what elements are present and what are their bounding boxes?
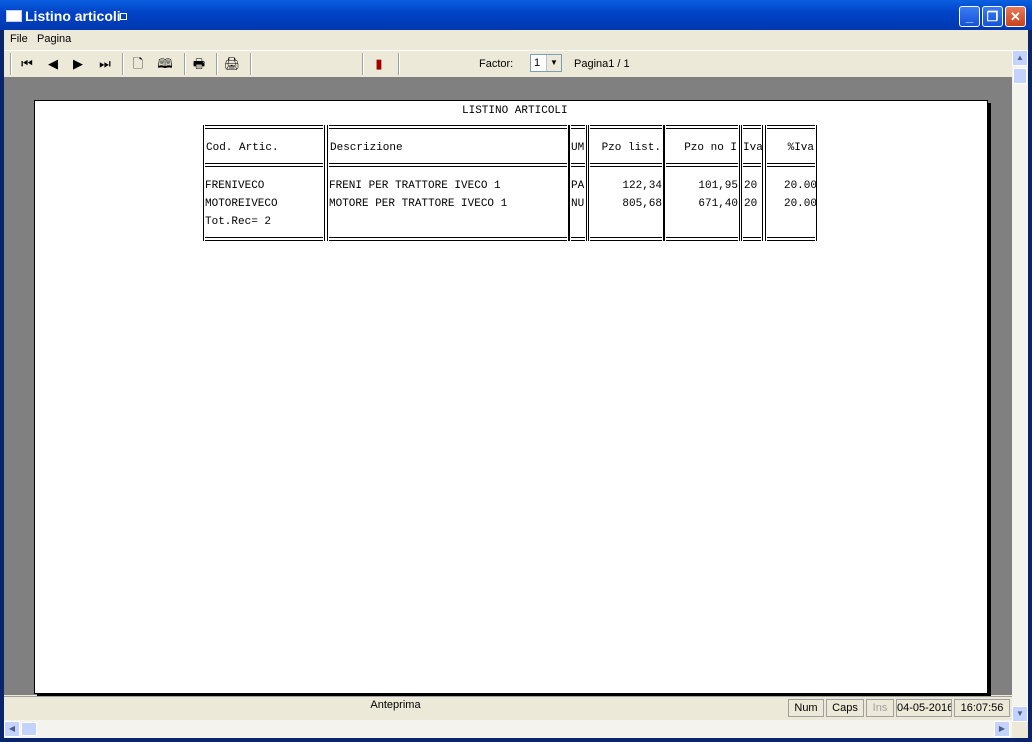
page-indicator: Pagina1 / 1 xyxy=(574,58,630,70)
two-pages-icon[interactable]: 🕮 xyxy=(156,55,174,73)
client-area: File Pagina ⏮ ◀ ▶ ⏭ 🗋 🕮 🖶 🖨 ▮ Factor: 1 … xyxy=(4,30,1028,738)
table-cell: NU xyxy=(571,198,585,210)
table-cell: FRENI PER TRATTORE IVECO 1 xyxy=(329,180,501,192)
toolbar-separator xyxy=(362,53,364,75)
print-icon[interactable]: 🖶 xyxy=(190,55,208,73)
export-icon[interactable]: 🖨 xyxy=(223,55,241,73)
status-num: Num xyxy=(788,699,824,717)
status-ins: Ins xyxy=(866,699,894,717)
toolbar-separator xyxy=(184,53,186,75)
scroll-thumb[interactable] xyxy=(1013,68,1027,84)
toolbar: ⏮ ◀ ▶ ⏭ 🗋 🕮 🖶 🖨 ▮ Factor: 1 ▼ Pagina1 / … xyxy=(4,50,1012,78)
window-title: Listino articoli xyxy=(25,8,121,24)
status-date: 04-05-2016 xyxy=(896,699,952,717)
menu-file[interactable]: File xyxy=(10,33,28,45)
table-cell: MOTORE PER TRATTORE IVECO 1 xyxy=(329,198,508,210)
vertical-scrollbar[interactable]: ▲ ▼ xyxy=(1012,50,1028,722)
total-records: Tot.Rec= 2 xyxy=(205,216,272,228)
chevron-down-icon[interactable]: ▼ xyxy=(546,55,561,71)
scroll-up-icon[interactable]: ▲ xyxy=(1012,50,1028,66)
column-header: Pzo list. xyxy=(601,142,661,154)
toolbar-separator xyxy=(250,53,252,75)
scroll-down-icon[interactable]: ▼ xyxy=(1012,706,1028,722)
next-page-icon[interactable]: ▶ xyxy=(69,55,87,73)
column-header: Iva xyxy=(743,142,763,154)
scroll-left-icon[interactable]: ◀ xyxy=(4,721,20,737)
status-time: 16:07:56 xyxy=(954,699,1010,717)
first-page-icon[interactable]: ⏮ xyxy=(18,55,36,73)
scroll-right-icon[interactable]: ▶ xyxy=(994,721,1010,737)
horizontal-scroll-thumb[interactable] xyxy=(21,722,37,736)
toolbar-grip xyxy=(10,53,12,75)
report-page: LISTINO ARTICOLI Cod. Artic. Descrizione… xyxy=(34,100,988,694)
table-cell: 122,34 xyxy=(622,180,662,192)
status-bar: Anteprima Num Caps Ins 04-05-2016 16:07:… xyxy=(4,696,1012,719)
status-text: Anteprima xyxy=(370,699,421,711)
factor-label: Factor: xyxy=(479,58,514,70)
table-cell: 20 xyxy=(744,180,758,192)
restore-button[interactable]: ❐ xyxy=(982,6,1003,27)
column-header: UM xyxy=(571,142,585,154)
title-bar[interactable]: Listino articoli _ ❐ ✕ xyxy=(0,0,1032,30)
column-header: %Iva xyxy=(787,142,814,154)
column-header: Descrizione xyxy=(330,142,403,154)
toolbar-separator xyxy=(398,53,400,75)
report-title: LISTINO ARTICOLI xyxy=(462,105,568,117)
table-cell: 671,40 xyxy=(698,198,738,210)
table-cell: 20.00 xyxy=(783,180,817,192)
menu-pagina[interactable]: Pagina xyxy=(37,33,71,45)
table-cell: 20.00 xyxy=(783,198,817,210)
preview-area[interactable]: LISTINO ARTICOLI Cod. Artic. Descrizione… xyxy=(4,77,1012,695)
menu-bar: File Pagina xyxy=(4,30,1028,49)
minimize-icon: _ xyxy=(965,9,974,24)
table-cell: 101,95 xyxy=(698,180,738,192)
toolbar-separator xyxy=(122,53,124,75)
table-cell: PA xyxy=(571,180,585,192)
factor-select[interactable]: 1 ▼ xyxy=(530,54,562,72)
title-marker-icon xyxy=(120,13,127,20)
close-icon: ✕ xyxy=(1010,9,1021,24)
last-page-icon[interactable]: ⏭ xyxy=(96,55,114,73)
table-cell: 805,68 xyxy=(622,198,662,210)
application-window: Listino articoli _ ❐ ✕ File Pagina ⏮ ◀ ▶… xyxy=(0,0,1032,742)
status-caps: Caps xyxy=(826,699,864,717)
exit-door-icon[interactable]: ▮ xyxy=(370,55,388,73)
column-header: Pzo no I xyxy=(684,142,737,154)
window-icon xyxy=(6,10,22,22)
previous-page-icon[interactable]: ◀ xyxy=(44,55,62,73)
minimize-button[interactable]: _ xyxy=(959,6,980,27)
horizontal-scrollbar[interactable]: ◀ ▶ xyxy=(4,720,1012,738)
close-button[interactable]: ✕ xyxy=(1005,6,1026,27)
toolbar-separator xyxy=(216,53,218,75)
column-header: Cod. Artic. xyxy=(206,142,279,154)
table-cell: MOTOREIVECO xyxy=(205,198,278,210)
table-cell: FRENIVECO xyxy=(205,180,265,192)
table-cell: 20 xyxy=(744,198,758,210)
single-page-icon[interactable]: 🗋 xyxy=(129,55,147,73)
restore-icon: ❐ xyxy=(986,9,999,24)
factor-value: 1 xyxy=(534,57,541,69)
